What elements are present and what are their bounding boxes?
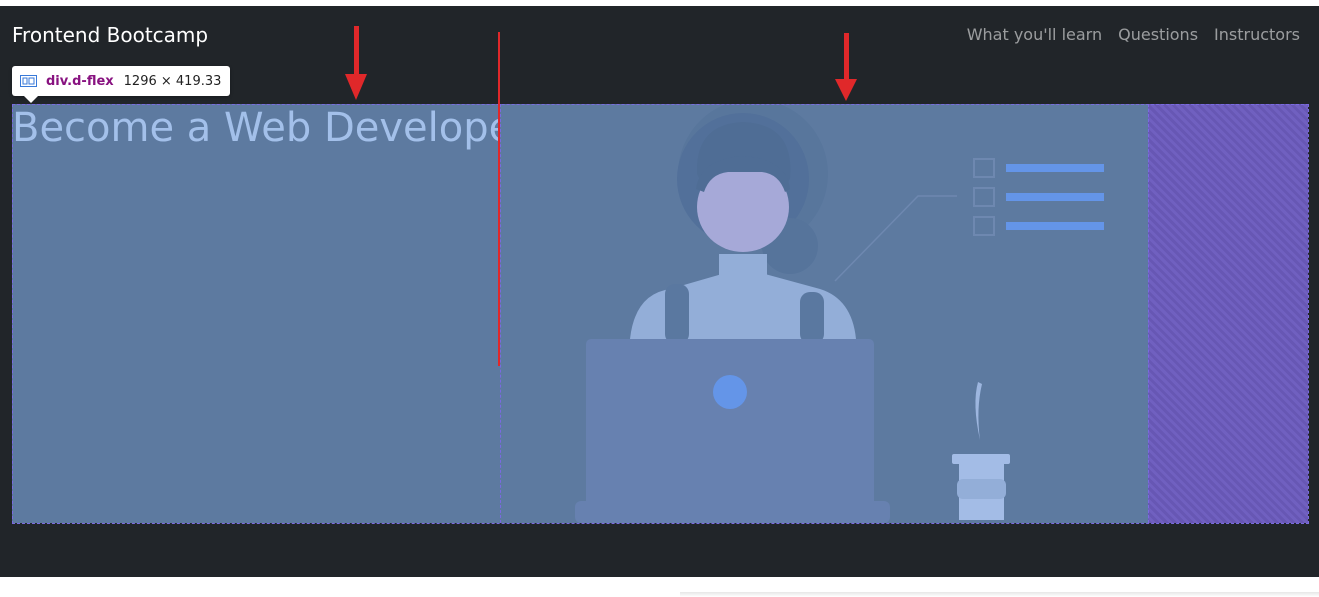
tooltip-dimensions: 1296 × 419.33 <box>123 73 222 89</box>
flex-container-icon <box>20 75 37 87</box>
navbar-links: What you'll learn Questions Instructors <box>967 25 1300 44</box>
hero-title: Become a Web Developer <box>12 105 530 151</box>
red-vertical-line <box>498 32 500 366</box>
devtools-element-tooltip: div.d-flex 1296 × 419.33 <box>12 66 231 103</box>
red-arrow-down-icon <box>345 26 367 100</box>
hero-illustration <box>500 99 1148 523</box>
nav-link-questions[interactable]: Questions <box>1118 25 1198 44</box>
flex-free-space <box>1148 104 1308 523</box>
flex-item-boundary <box>500 104 501 523</box>
nav-link-instructors[interactable]: Instructors <box>1214 25 1300 44</box>
panel-shadow <box>680 592 1319 597</box>
nav-link-what-youll-learn[interactable]: What you'll learn <box>967 25 1102 44</box>
tooltip-selector: div.d-flex <box>46 73 114 89</box>
hero-d-flex-section: Become a Web Developer <box>12 99 1308 523</box>
flex-item-boundary <box>1148 104 1149 523</box>
navbar-brand[interactable]: Frontend Bootcamp <box>12 23 208 47</box>
hero-text-column: Become a Web Developer <box>12 104 530 523</box>
red-arrow-down-icon <box>835 33 857 101</box>
developer-illustration-icon <box>575 99 1104 523</box>
